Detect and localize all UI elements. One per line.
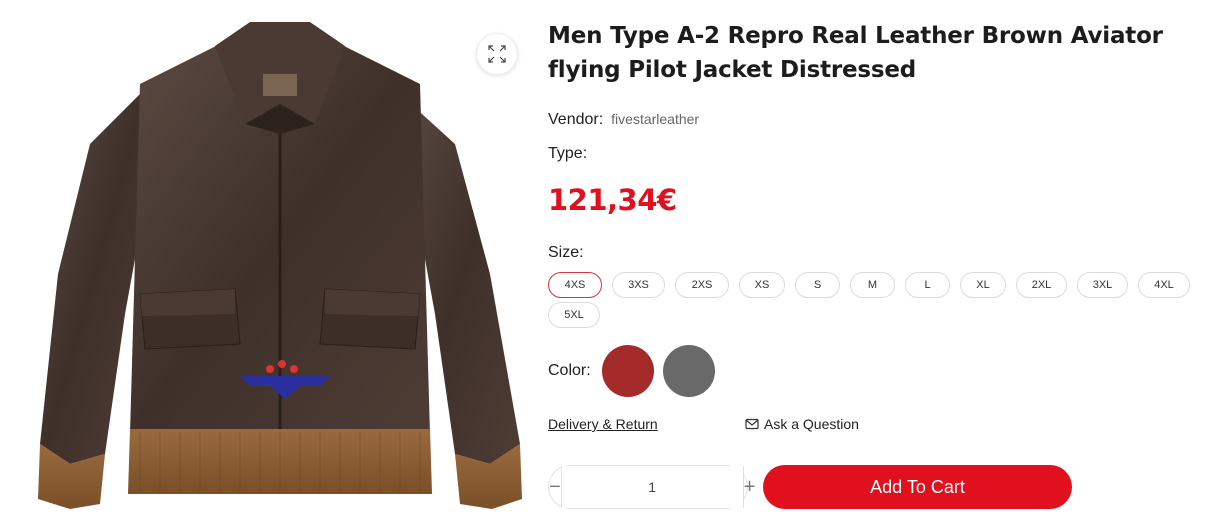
expand-icon [488,45,506,63]
vendor-value[interactable]: fivestarleather [611,111,699,127]
color-label: Color: [548,362,591,379]
increase-quantity-button[interactable]: + [744,466,756,508]
vendor-label: Vendor: [548,111,604,128]
type-label: Type: [548,145,588,162]
quantity-input[interactable] [560,466,744,508]
size-option-3xs[interactable]: 3XS [612,272,665,298]
quantity-stepper: − + [548,465,755,509]
ask-question-link[interactable]: Ask a Question [745,416,859,432]
vendor-row: Vendor: fivestarleather [548,111,699,129]
zoom-button[interactable] [476,33,518,75]
size-option-s[interactable]: S [795,272,840,298]
size-option-4xs[interactable]: 4XS [548,272,602,298]
size-option-xl[interactable]: XL [960,272,1006,298]
size-label: Size: [548,244,584,261]
envelope-icon [745,418,759,430]
decrease-quantity-button[interactable]: − [549,466,561,508]
ask-question-label: Ask a Question [764,416,859,432]
size-option-2xl[interactable]: 2XL [1016,272,1067,298]
color-swatch-gray[interactable] [663,345,715,397]
size-option-4xl[interactable]: 4XL [1138,272,1190,298]
size-option-m[interactable]: M [850,272,895,298]
product-gallery [0,0,540,521]
size-option-3xl[interactable]: 3XL [1077,272,1128,298]
size-option-5xl[interactable]: 5XL [548,302,600,328]
size-option-xs[interactable]: XS [739,272,785,298]
type-row: Type: [548,145,587,163]
product-image[interactable] [30,14,530,514]
product-title: Men Type A-2 Repro Real Leather Brown Av… [548,23,1163,83]
product-price: 121,34€ [548,183,677,217]
add-to-cart-button[interactable]: Add To Cart [763,465,1072,509]
color-swatch-red[interactable] [602,345,654,397]
size-option-l[interactable]: L [905,272,950,298]
delivery-return-link[interactable]: Delivery & Return [548,416,658,432]
size-option-2xs[interactable]: 2XS [675,272,729,298]
